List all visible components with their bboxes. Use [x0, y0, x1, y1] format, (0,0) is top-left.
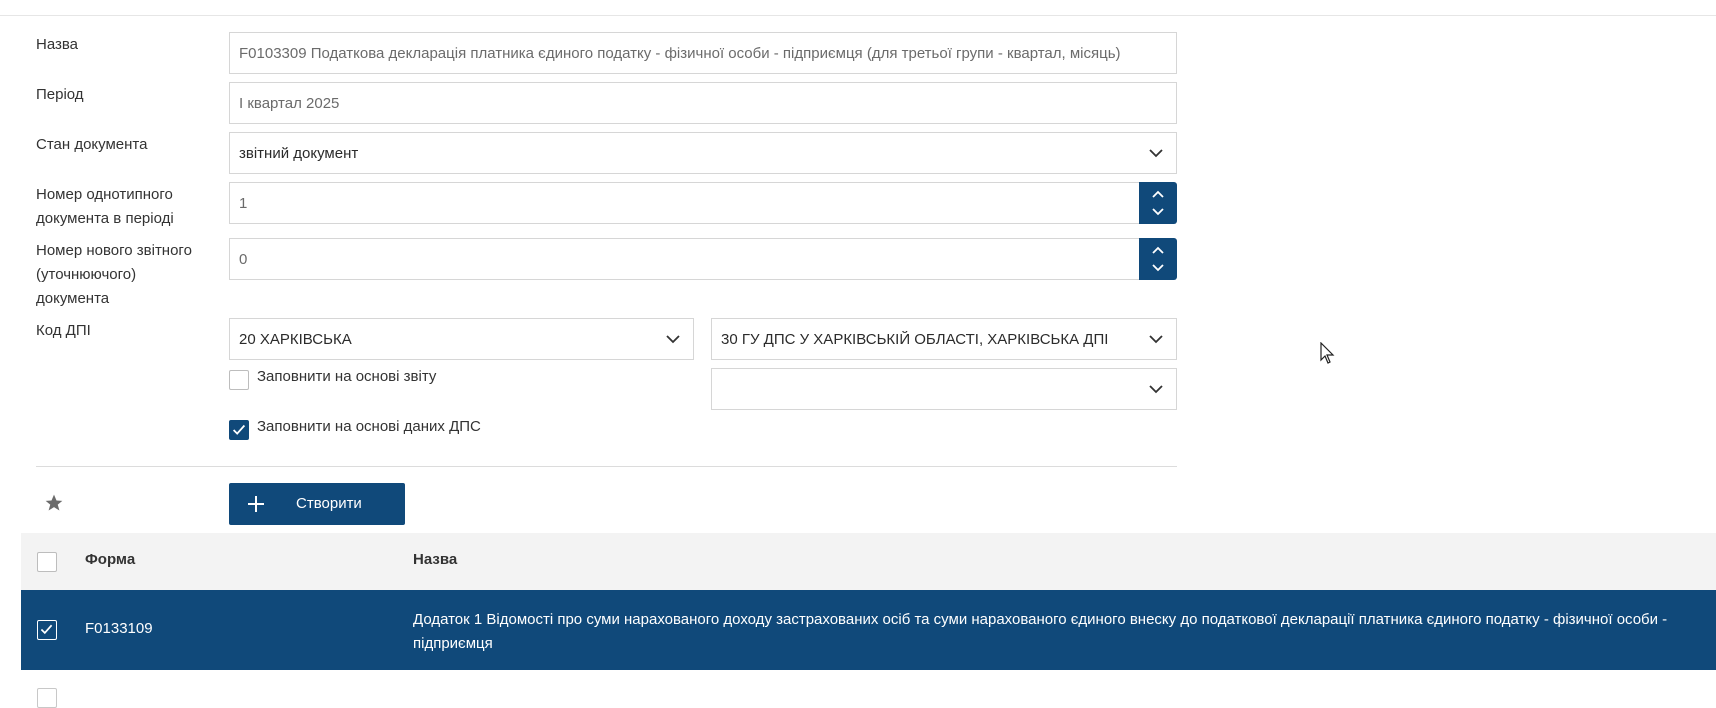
fill-from-dps-checkbox[interactable] [229, 420, 249, 440]
same-type-value: 1 [239, 194, 248, 212]
chevron-down-icon [1149, 149, 1163, 158]
fill-from-dps-label: Заповнити на основі даних ДПС [257, 418, 481, 435]
fill-from-report-checkbox[interactable] [229, 370, 249, 390]
period-label: Період [36, 86, 84, 103]
doc-state-label: Стан документа [36, 136, 148, 153]
same-type-label: Номер однотипного документа в періоді [36, 183, 174, 231]
name-field[interactable]: F0103309 Податкова декларація платника є… [229, 32, 1177, 74]
new-report-input[interactable]: 0 [229, 238, 1141, 280]
row-form-code: F0133109 [85, 620, 153, 637]
new-report-label-line2: (уточнюючого) [36, 266, 137, 283]
chevron-up-icon[interactable] [1151, 246, 1165, 255]
chevron-down-icon [666, 335, 680, 344]
period-field[interactable]: І квартал 2025 [229, 82, 1177, 124]
row-form-name: Додаток 1 Відомості про суми нарахованог… [413, 611, 1668, 652]
new-report-label-line1: Номер нового звітного [36, 242, 192, 259]
doc-state-value: звітний документ [239, 144, 359, 162]
fill-from-report-label: Заповнити на основі звіту [257, 368, 437, 385]
new-report-label-line3: документа [36, 290, 110, 307]
chevron-down-icon[interactable] [1151, 263, 1165, 272]
same-type-label-line1: Номер однотипного [36, 186, 173, 203]
new-report-label: Номер нового звітного (уточнюючого) доку… [36, 239, 192, 311]
dpi-office-select[interactable]: 30 ГУ ДПС У ХАРКІВСЬКІЙ ОБЛАСТІ, ХАРКІВС… [711, 318, 1177, 360]
new-report-stepper[interactable] [1139, 238, 1177, 280]
dpi-extra-select[interactable] [711, 368, 1177, 410]
chevron-down-icon [1149, 385, 1163, 394]
check-icon [232, 424, 246, 435]
dpi-region-value: 20 ХАРКІВСЬКА [239, 330, 352, 348]
period-value: І квартал 2025 [239, 94, 340, 112]
row-checkbox[interactable] [37, 620, 57, 640]
table-row[interactable]: F0133109 Додаток 1 Відомості про суми на… [21, 590, 1716, 670]
new-report-value: 0 [239, 250, 248, 268]
section-divider [36, 466, 1177, 467]
column-header-form[interactable]: Форма [85, 551, 135, 568]
name-label: Назва [36, 36, 79, 53]
chevron-up-icon[interactable] [1151, 190, 1165, 199]
top-divider [0, 15, 1716, 16]
check-icon [40, 624, 53, 635]
next-row-checkbox[interactable] [37, 688, 57, 708]
create-button[interactable]: Створити [229, 483, 405, 525]
same-type-label-line2: документа в періоді [36, 210, 174, 227]
dpi-office-value: 30 ГУ ДПС У ХАРКІВСЬКІЙ ОБЛАСТІ, ХАРКІВС… [721, 330, 1109, 348]
same-type-input[interactable]: 1 [229, 182, 1141, 224]
cursor-icon [1320, 342, 1335, 364]
same-type-stepper[interactable] [1139, 182, 1177, 224]
select-all-checkbox[interactable] [37, 552, 57, 572]
dpi-label: Код ДПІ [36, 322, 91, 339]
dpi-region-select[interactable]: 20 ХАРКІВСЬКА [229, 318, 694, 360]
chevron-down-icon [1149, 335, 1163, 344]
plus-icon [248, 496, 264, 512]
column-header-name[interactable]: Назва [413, 551, 457, 568]
star-icon[interactable] [44, 493, 64, 513]
name-value: F0103309 Податкова декларація платника є… [239, 44, 1121, 62]
create-button-label: Створити [296, 495, 362, 512]
chevron-down-icon[interactable] [1151, 207, 1165, 216]
doc-state-select[interactable]: звітний документ [229, 132, 1177, 174]
table-header: Форма Назва [21, 533, 1716, 590]
